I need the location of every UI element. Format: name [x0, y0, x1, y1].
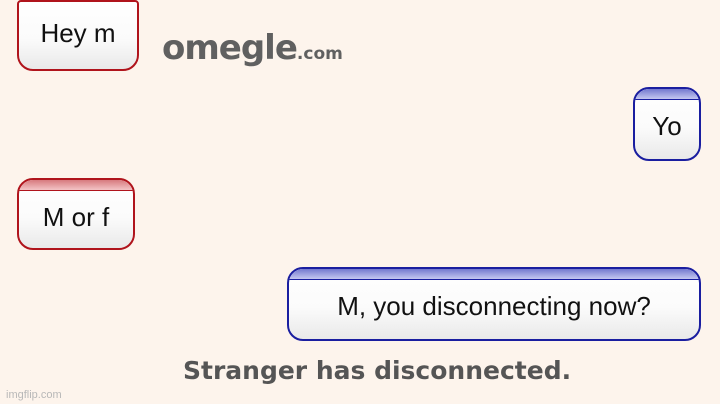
message-bubble-stranger: Hey m — [17, 0, 139, 71]
bubble-header — [635, 89, 699, 100]
watermark: imgflip.com — [6, 389, 62, 401]
message-bubble-you: M, you disconnecting now? — [287, 267, 701, 341]
message-text: Hey m — [40, 18, 116, 48]
bubble-header — [289, 269, 699, 280]
omegle-logo: omegle.com — [162, 28, 343, 68]
message-bubble-stranger: M or f — [17, 178, 135, 250]
message-bubble-you: Yo — [633, 87, 701, 161]
logo-domain: .com — [296, 44, 343, 64]
logo-name: omegle — [162, 28, 298, 68]
bubble-header — [19, 180, 133, 191]
message-text: M or f — [42, 202, 110, 232]
message-text: M, you disconnecting now? — [337, 291, 651, 321]
disconnect-status: Stranger has disconnected. — [183, 356, 572, 385]
message-text: Yo — [652, 111, 682, 141]
